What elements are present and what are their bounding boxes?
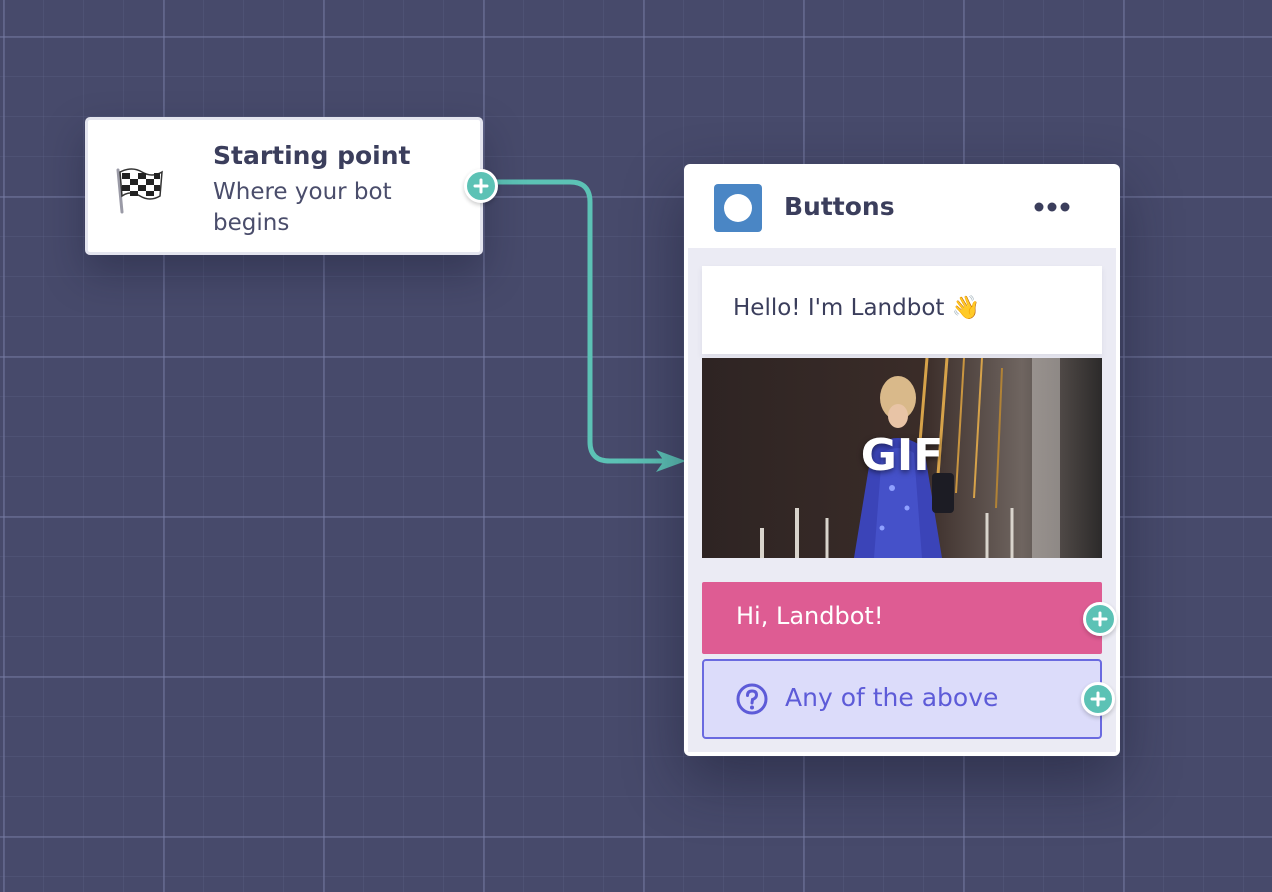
gif-label: GIF (860, 430, 944, 481)
reply-button-label: Hi, Landbot! (736, 602, 884, 630)
plus-icon (1092, 611, 1108, 627)
message-text: Hello! I'm Landbot 👋 (733, 295, 981, 321)
checkered-flag-icon (116, 168, 163, 214)
gif-media[interactable]: GIF (702, 358, 1102, 558)
reply-output-port[interactable] (1083, 602, 1117, 636)
node-title: Buttons (784, 192, 895, 221)
node-menu-button[interactable] (1030, 190, 1074, 224)
button-block-icon (714, 184, 762, 232)
fallback-button[interactable]: Any of the above (702, 659, 1102, 739)
starting-point-node[interactable]: Starting point Where your bot begins (85, 117, 483, 255)
question-circle-icon (736, 683, 768, 715)
start-output-port[interactable] (464, 169, 498, 203)
message-bubble[interactable]: Hello! I'm Landbot 👋 (702, 266, 1102, 354)
plus-icon (1090, 691, 1106, 707)
starting-point-subtitle: Where your bot begins (213, 179, 392, 236)
fallback-output-port[interactable] (1081, 682, 1115, 716)
starting-point-title: Starting point (213, 141, 411, 170)
node-header: Buttons (684, 164, 1120, 248)
arrow-head-icon (656, 450, 686, 472)
more-horizontal-icon (1034, 202, 1070, 212)
buttons-node[interactable]: Buttons Hello! I'm Landbot 👋 GIF Hi, Lan… (684, 164, 1120, 756)
reply-button[interactable]: Hi, Landbot! (702, 582, 1102, 654)
fallback-label: Any of the above (785, 683, 999, 712)
node-body: Hello! I'm Landbot 👋 GIF Hi, Landbot! An… (688, 248, 1116, 752)
plus-icon (473, 178, 489, 194)
